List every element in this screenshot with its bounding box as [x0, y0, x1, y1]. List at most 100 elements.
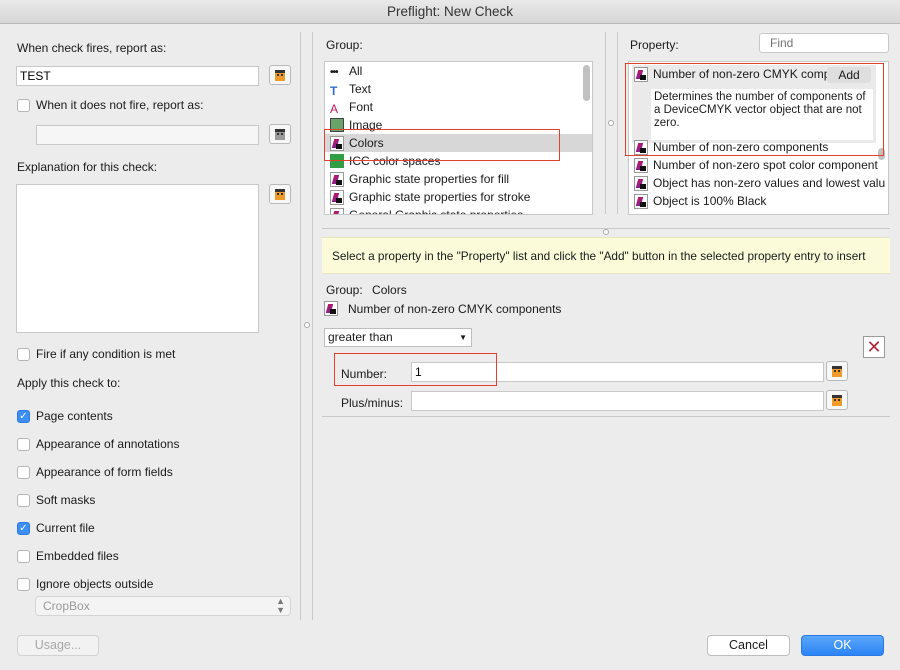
property-item-label: Object has non-zero values and lowest va… — [653, 176, 886, 190]
apply-item[interactable]: ✓ Current file — [17, 514, 179, 542]
apply-checkbox[interactable]: ✓ — [17, 521, 30, 535]
plusminus-variable-button[interactable] — [826, 390, 848, 410]
apply-item[interactable]: Ignore objects outside — [17, 570, 179, 598]
apply-checkbox[interactable]: ✓ — [17, 409, 30, 423]
splitter-handle-icon[interactable] — [608, 120, 614, 126]
plusminus-input[interactable] — [411, 391, 824, 411]
close-icon: ✕ — [866, 337, 882, 357]
not-fire-variable-button[interactable] — [269, 124, 291, 144]
apply-item[interactable]: ✓ Page contents — [17, 402, 179, 430]
group-item-label: Graphic state properties for stroke — [349, 190, 531, 204]
apply-item[interactable]: Appearance of annotations — [17, 430, 179, 458]
apply-item[interactable]: Embedded files — [17, 542, 179, 570]
apply-checkbox[interactable] — [17, 549, 30, 563]
property-icon — [634, 175, 648, 191]
fire-any-label: Fire if any condition is met — [36, 347, 176, 361]
group-item-label: Graphic state properties for fill — [349, 172, 510, 186]
apply-item[interactable]: Soft masks — [17, 486, 179, 514]
operator-value: greater than — [328, 330, 393, 344]
group-item[interactable]: A Font — [325, 98, 592, 116]
report-input[interactable] — [16, 66, 259, 86]
report-label: When check fires, report as: — [17, 41, 167, 55]
all-icon: ••• — [330, 67, 339, 78]
colors-highlight-box — [324, 129, 560, 161]
hint-bar: Select a property in the "Property" list… — [322, 237, 890, 274]
cmyk-property-icon — [324, 301, 338, 316]
property-item[interactable]: Object has non-zero values and lowest va… — [632, 174, 885, 192]
plusminus-label: Plus/minus: — [341, 396, 404, 410]
usage-button[interactable]: Usage... — [17, 635, 99, 656]
report-variable-button[interactable] — [269, 65, 291, 85]
condition-property: Number of non-zero CMYK components — [324, 301, 561, 316]
apply-item-label: Page contents — [36, 409, 113, 423]
group-item-label: General Graphic state properties — [349, 208, 524, 215]
apply-checkbox[interactable] — [17, 577, 30, 591]
group-item-label: Font — [349, 100, 374, 114]
variable-icon — [275, 128, 285, 140]
group-item[interactable]: T Text — [325, 80, 592, 98]
group-item[interactable]: ••• All — [325, 62, 592, 80]
graphic-state-icon — [330, 171, 344, 187]
condition-group-value: Colors — [372, 283, 407, 297]
property-item[interactable]: Object is 100% Black — [632, 192, 878, 210]
splitter-handle-icon[interactable] — [304, 322, 310, 328]
dropdown-arrow-icon: ▼ — [459, 333, 467, 342]
splitter-handle-icon[interactable] — [603, 229, 609, 235]
condition-group: Group: Colors — [326, 283, 407, 297]
property-label: Property: — [630, 38, 679, 52]
left-splitter-line — [312, 32, 313, 620]
apply-checkbox[interactable] — [17, 437, 30, 451]
not-fire-input[interactable] — [36, 125, 259, 145]
condition-divider — [322, 416, 890, 417]
explanation-label: Explanation for this check: — [17, 160, 158, 174]
apply-item-label: Ignore objects outside — [36, 577, 154, 591]
text-icon: T — [330, 84, 338, 98]
variable-icon — [832, 365, 842, 377]
find-input[interactable] — [759, 33, 889, 53]
apply-checkbox[interactable] — [17, 493, 30, 507]
property-item-label: Number of non-zero spot color component — [653, 158, 878, 172]
group-scrollbar[interactable] — [583, 65, 590, 101]
group-label: Group: — [326, 38, 363, 52]
not-fire-checkbox-row[interactable]: When it does not fire, report as: — [17, 98, 203, 112]
variable-icon — [832, 394, 842, 406]
apply-item[interactable]: Appearance of form fields — [17, 458, 179, 486]
font-icon: A — [330, 102, 339, 116]
stepper-icon: ▲ ▼ — [276, 596, 285, 615]
left-splitter[interactable] — [300, 32, 301, 620]
group-item[interactable]: General Graphic state properties — [325, 206, 592, 215]
property-item-label: Object is 100% Black — [653, 194, 767, 208]
condition-property-name: Number of non-zero CMYK components — [348, 301, 562, 316]
fire-any-row[interactable]: Fire if any condition is met — [17, 347, 175, 361]
apply-item-label: Appearance of form fields — [36, 465, 173, 479]
graphic-state-icon — [330, 189, 344, 205]
ok-button[interactable]: OK — [801, 635, 884, 656]
apply-item-label: Embedded files — [36, 549, 119, 563]
property-item[interactable]: Number of non-zero spot color component — [632, 156, 878, 174]
cancel-button[interactable]: Cancel — [707, 635, 790, 656]
apply-checkbox[interactable] — [17, 465, 30, 479]
property-highlight-box — [625, 63, 884, 156]
apply-list: ✓ Page contents Appearance of annotations A… — [17, 402, 179, 598]
graphic-state-icon — [330, 207, 344, 214]
not-fire-checkbox[interactable] — [17, 98, 30, 112]
number-variable-button[interactable] — [826, 361, 848, 381]
group-item-label: All — [349, 64, 363, 78]
explanation-variable-button[interactable] — [269, 184, 291, 204]
operator-select[interactable]: greater than ▼ — [324, 328, 472, 347]
explanation-textarea[interactable] — [16, 184, 259, 333]
group-item[interactable]: Graphic state properties for stroke — [325, 188, 592, 206]
condition-group-label: Group: — [326, 283, 363, 297]
middle-splitter-line — [617, 32, 618, 214]
middle-splitter[interactable] — [605, 32, 606, 214]
cropbox-select[interactable]: CropBox ▲ ▼ — [35, 596, 291, 616]
remove-condition-button[interactable]: ✕ — [863, 336, 885, 358]
apply-item-label: Appearance of annotations — [36, 437, 180, 451]
number-highlight-box — [334, 353, 497, 386]
variable-icon — [275, 188, 285, 200]
apply-item-label: Soft masks — [36, 493, 96, 507]
apply-label: Apply this check to: — [17, 376, 121, 390]
fire-any-checkbox[interactable] — [17, 347, 30, 361]
variable-icon — [275, 69, 285, 81]
group-item[interactable]: Graphic state properties for fill — [325, 170, 592, 188]
